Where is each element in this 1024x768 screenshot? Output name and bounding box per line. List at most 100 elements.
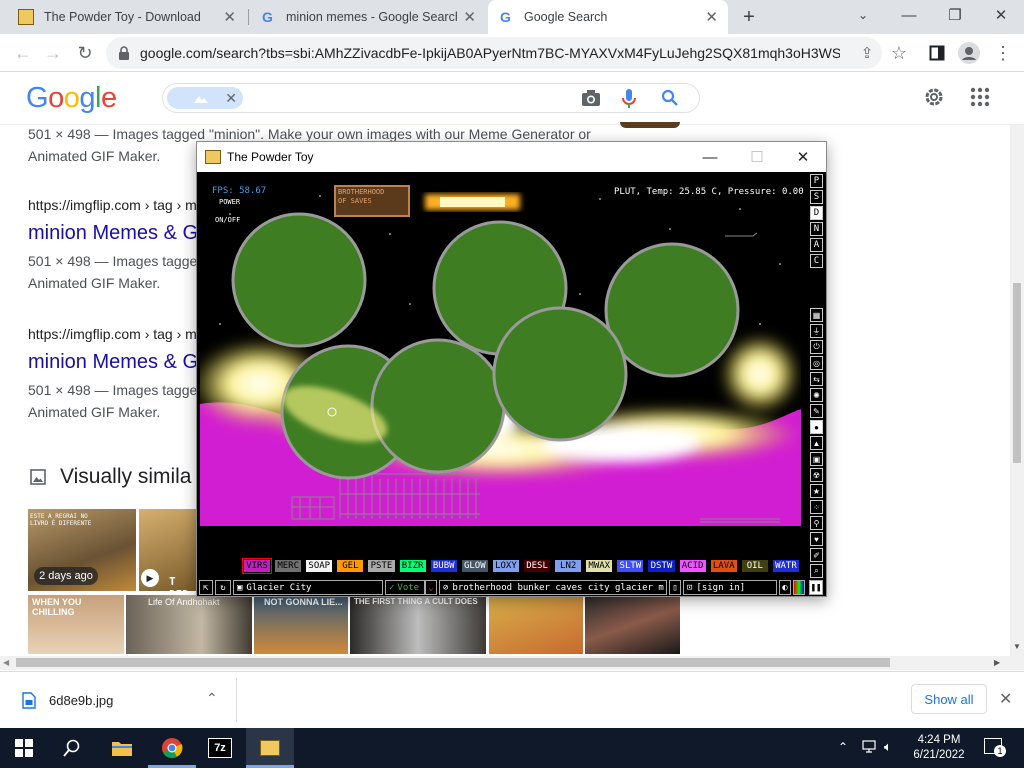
- windows-start-icon[interactable]: [0, 728, 48, 768]
- element-button-dstw[interactable]: DSTW: [647, 559, 676, 573]
- similar-image-thumb[interactable]: NOT GONNA LIE...: [254, 595, 348, 654]
- clock[interactable]: 4:24 PM 6/21/2022: [906, 733, 972, 763]
- life-category-icon[interactable]: ⁘: [810, 500, 823, 514]
- special-category-icon[interactable]: ★: [810, 484, 823, 498]
- mode-button[interactable]: N: [810, 222, 823, 236]
- favorites-category-icon[interactable]: ♥: [810, 532, 823, 546]
- tab-google-search[interactable]: G Google Search ✕: [488, 0, 728, 34]
- element-button-virs[interactable]: VIRS: [241, 558, 273, 574]
- electronics-category-icon[interactable]: ⏚: [810, 324, 823, 338]
- element-button-oil[interactable]: OIL: [740, 559, 769, 573]
- sign-in-button[interactable]: ⊡ [sign in]: [683, 580, 777, 595]
- element-button-soap[interactable]: SOAP: [305, 559, 334, 573]
- clear-image-icon[interactable]: ✕: [225, 90, 237, 107]
- reload-sim-icon[interactable]: ↻: [215, 580, 231, 595]
- save-name-field[interactable]: ▣ Glacier City: [233, 580, 383, 595]
- settings-gear-icon[interactable]: [922, 85, 946, 109]
- result-cite[interactable]: https://imgflip.com › tag › m: [28, 197, 196, 213]
- element-button-glow[interactable]: GLOW: [460, 559, 489, 573]
- search-icon[interactable]: [661, 89, 679, 107]
- element-button-bubw[interactable]: BUBW: [429, 559, 458, 573]
- page-scrollbar[interactable]: [1010, 125, 1024, 656]
- similar-image-thumb[interactable]: [489, 595, 583, 654]
- file-explorer-icon[interactable]: [98, 728, 146, 768]
- onoff-label[interactable]: ON/OFF: [215, 216, 240, 224]
- close-icon[interactable]: ✕: [463, 8, 476, 26]
- profile-avatar-icon[interactable]: [954, 38, 984, 68]
- radioactive-category-icon[interactable]: ☢: [810, 468, 823, 482]
- network-icon[interactable]: [862, 740, 878, 754]
- powders-category-icon[interactable]: ▲: [810, 436, 823, 450]
- element-button-bizr[interactable]: BIZR: [398, 559, 427, 573]
- explosives-category-icon[interactable]: ✺: [810, 388, 823, 402]
- element-button-lava[interactable]: LAVA: [709, 559, 738, 573]
- minimize-icon[interactable]: —: [886, 0, 932, 30]
- hscroll-thumb[interactable]: [16, 658, 890, 667]
- simulation-canvas[interactable]: [200, 174, 801, 546]
- restore-icon[interactable]: ❐: [932, 0, 978, 30]
- minimize-icon[interactable]: —: [687, 142, 733, 172]
- result-cite[interactable]: https://imgflip.com › tag › m: [28, 326, 196, 342]
- decoration-category-icon[interactable]: ✐: [810, 548, 823, 562]
- lock-icon[interactable]: [118, 46, 130, 60]
- window-close-icon[interactable]: ✕: [978, 0, 1024, 30]
- mode-button[interactable]: P: [810, 174, 823, 188]
- similar-image-thumb[interactable]: [585, 595, 680, 654]
- side-panel-icon[interactable]: [922, 38, 952, 68]
- scroll-down-icon[interactable]: ▼: [1013, 642, 1021, 651]
- liquids-category-icon[interactable]: ●: [810, 420, 823, 434]
- similar-image-thumb[interactable]: Life Of Andhohakt: [126, 595, 252, 654]
- horizontal-scrollbar[interactable]: ◀ ▶ ▼: [0, 642, 1024, 670]
- chevron-up-icon[interactable]: ⌃: [206, 690, 218, 707]
- element-button-ln2[interactable]: LN2: [554, 559, 583, 573]
- color-palette-icon[interactable]: [793, 580, 805, 595]
- element-button-pste[interactable]: PSTE: [367, 559, 396, 573]
- address-bar[interactable]: google.com/search?tbs=sbi:AMhZZivacdbFe-…: [106, 37, 882, 69]
- show-all-button[interactable]: Show all: [911, 684, 987, 714]
- kebab-menu-icon[interactable]: ⋮: [988, 38, 1018, 68]
- result-title-link[interactable]: minion Memes & G: [28, 351, 196, 374]
- element-button-mwax[interactable]: MWAX: [585, 559, 614, 573]
- element-button-sltw[interactable]: SLTW: [616, 559, 645, 573]
- search-icon[interactable]: ⌕: [810, 564, 823, 578]
- powered-category-icon[interactable]: ⏻: [810, 340, 823, 354]
- powder-toy-titlebar[interactable]: The Powder Toy — ☐ ✕: [197, 142, 826, 172]
- close-icon[interactable]: ✕: [223, 8, 236, 26]
- result-title-link[interactable]: minion Memes & G: [28, 222, 196, 245]
- mode-button[interactable]: D: [810, 206, 823, 220]
- mode-button[interactable]: C: [810, 254, 823, 268]
- tab-search-chevron-icon[interactable]: ⌄: [840, 0, 886, 30]
- scrollbar-thumb[interactable]: [1013, 283, 1021, 463]
- scroll-left-icon[interactable]: ◀: [3, 658, 9, 667]
- tab-minion-memes[interactable]: G minion memes - Google Search ✕: [250, 0, 486, 34]
- tools-category-icon[interactable]: ⚲: [810, 516, 823, 530]
- sensors-category-icon[interactable]: ◎: [810, 356, 823, 370]
- tags-field[interactable]: ⊘ brotherhood bunker caves city glacier …: [439, 580, 667, 595]
- maximize-icon[interactable]: ☐: [734, 142, 780, 172]
- microphone-icon[interactable]: [621, 88, 637, 110]
- chrome-icon[interactable]: [148, 728, 196, 768]
- download-filename[interactable]: 6d8e9b.jpg: [49, 693, 113, 708]
- share-icon[interactable]: ⇪: [852, 38, 882, 68]
- similar-image-thumb[interactable]: ESTE A REGRAI NO LIVRO É DIFERENTE 2 day…: [28, 509, 136, 591]
- powder-toy-taskbar-icon[interactable]: [246, 728, 294, 768]
- bookmark-star-icon[interactable]: ☆: [884, 38, 914, 68]
- apps-grid-icon[interactable]: [970, 87, 990, 107]
- element-button-merc[interactable]: MERC: [274, 559, 303, 573]
- solids-category-icon[interactable]: ▣: [810, 452, 823, 466]
- gases-category-icon[interactable]: ✎: [810, 404, 823, 418]
- tab-powder-toy-download[interactable]: The Powder Toy - Download ✕: [8, 0, 246, 34]
- vote-down-icon[interactable]: ⌄: [425, 580, 437, 595]
- play-icon[interactable]: ▶: [141, 569, 159, 587]
- close-downloads-icon[interactable]: ✕: [999, 689, 1012, 709]
- scroll-right-icon[interactable]: ▶: [994, 658, 1000, 667]
- google-logo[interactable]: Google: [26, 82, 117, 115]
- similar-image-thumb[interactable]: THE FIRST THING A CULT DOES: [350, 595, 486, 654]
- similar-image-thumb[interactable]: T DID I ▶: [139, 509, 196, 591]
- open-save-icon[interactable]: ⇱: [199, 580, 213, 595]
- back-arrow-icon[interactable]: ←: [8, 38, 38, 68]
- mode-button[interactable]: A: [810, 238, 823, 252]
- powder-toy-window[interactable]: The Powder Toy — ☐ ✕ FPS: 58.67 POWER ON…: [196, 141, 827, 597]
- settings-check-icon[interactable]: ◐: [779, 580, 791, 595]
- pause-icon[interactable]: ❚❚: [809, 580, 823, 595]
